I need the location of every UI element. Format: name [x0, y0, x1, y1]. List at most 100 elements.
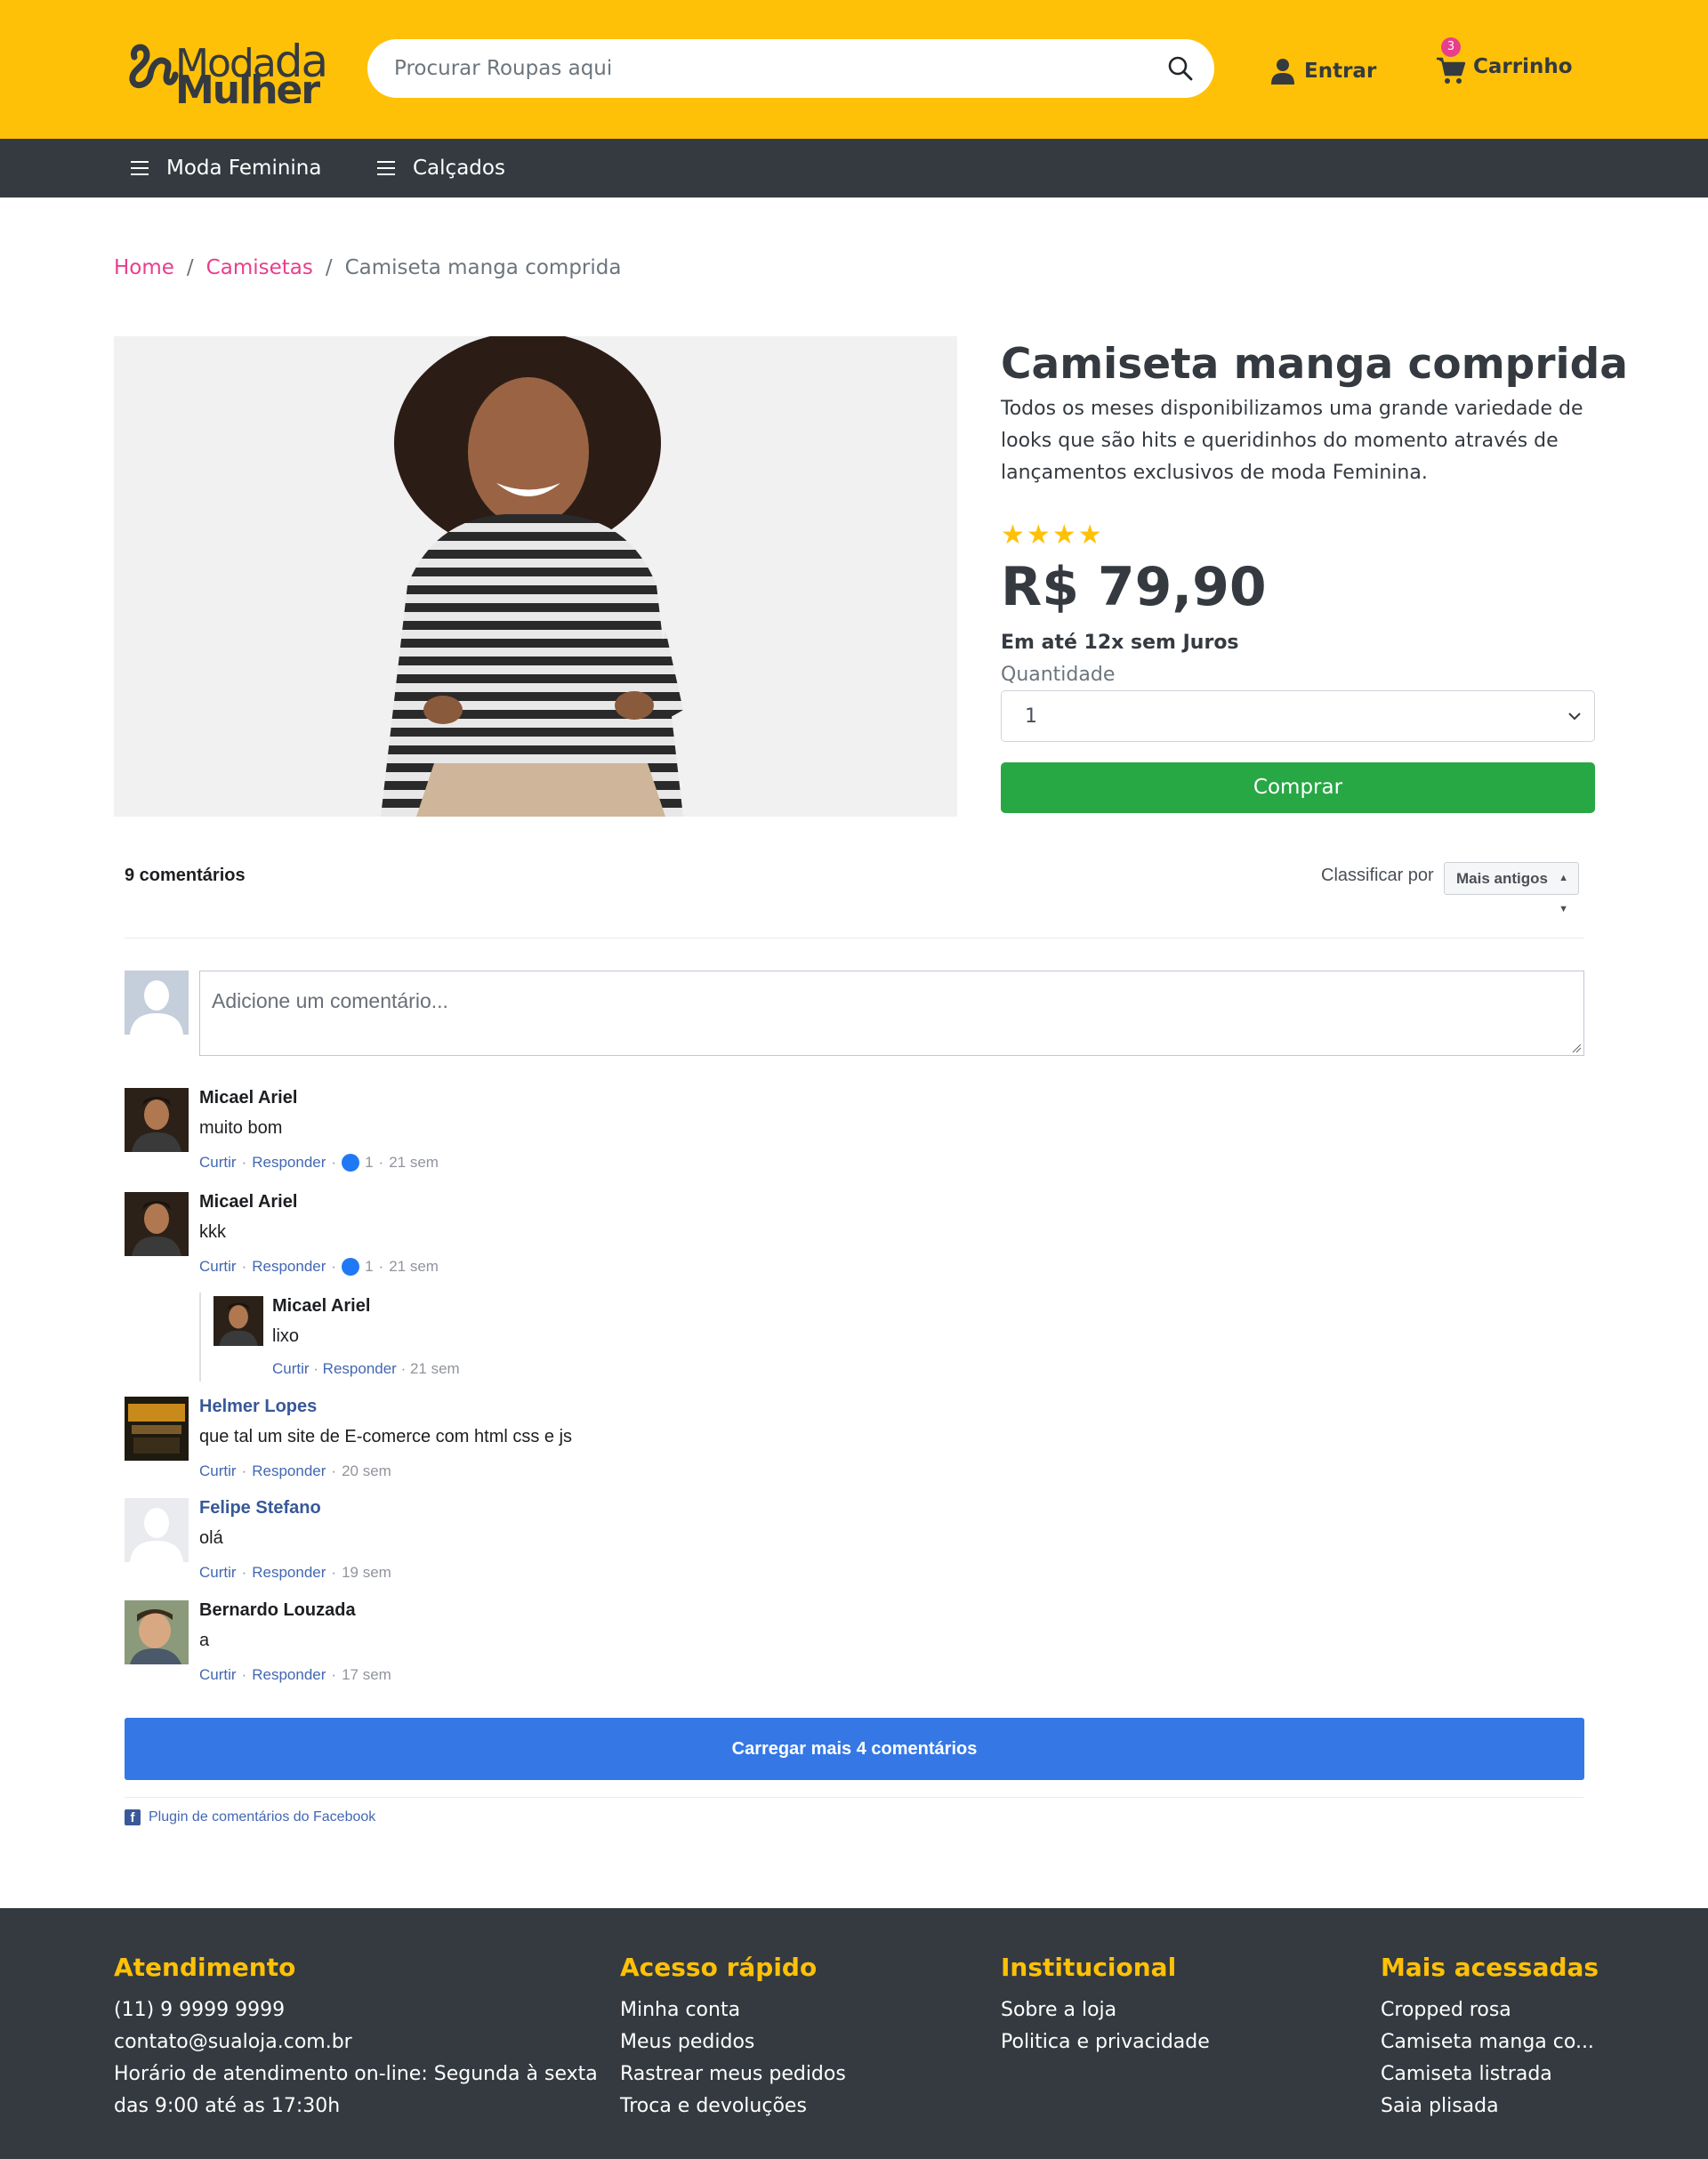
footer-column-atendimento: Atendimento (11) 9 9999 9999 contato@sua… [114, 1953, 598, 2123]
avatar[interactable] [125, 1600, 189, 1664]
product-price: R$ 79,90 [1001, 556, 1267, 618]
footer-link[interactable]: Camiseta listrada [1381, 2058, 1599, 2091]
like-link[interactable]: Curtir [272, 1360, 310, 1377]
comment-author[interactable]: Micael Ariel [199, 1088, 297, 1108]
avatar[interactable] [214, 1296, 263, 1346]
nav-item-label: Calçados [413, 157, 505, 180]
divider [125, 1797, 1583, 1798]
footer-heading: Mais acessadas [1381, 1953, 1599, 1982]
comment-author[interactable]: Micael Ariel [272, 1296, 370, 1317]
comment-meta: Curtir · Responder · 17 sem [199, 1666, 391, 1684]
comment-input[interactable]: Adicione um comentário... [199, 971, 1584, 1056]
site-logo[interactable]: Modada Mulher [127, 34, 328, 113]
logo-squiggle-icon [129, 44, 179, 89]
comment-author[interactable]: Helmer Lopes [199, 1397, 317, 1417]
comment-reply: Micael Ariel lixo Curtir · Responder · 2… [199, 1293, 644, 1382]
comment-meta: Curtir · Responder · 1 · 21 sem [199, 1154, 439, 1172]
footer-email[interactable]: contato@sualoja.com.br [114, 2026, 598, 2058]
star-icon: ★ [1001, 520, 1025, 551]
default-avatar-icon [125, 971, 189, 1035]
comment-meta: Curtir · Responder · 19 sem [199, 1564, 391, 1582]
footer-heading: Acesso rápido [620, 1953, 818, 1982]
reply-link[interactable]: Responder [252, 1462, 326, 1480]
footer-link[interactable]: Meus pedidos [620, 2026, 846, 2058]
nav-item-label: Moda Feminina [166, 157, 322, 180]
reply-link[interactable]: Responder [252, 1564, 326, 1582]
footer-link[interactable]: Cropped rosa [1381, 1994, 1599, 2026]
footer: Atendimento (11) 9 9999 9999 contato@sua… [0, 1908, 1708, 2159]
footer-column-acesso-rapido: Acesso rápido Minha conta Meus pedidos R… [620, 1953, 846, 2123]
breadcrumb-category[interactable]: Camisetas [206, 256, 313, 279]
avatar[interactable] [125, 1498, 189, 1562]
comment-text: olá [199, 1528, 223, 1548]
category-nav: Moda Feminina Calçados [0, 139, 1708, 197]
comment-meta: Curtir · Responder · 1 · 21 sem [199, 1258, 439, 1276]
resize-handle-icon[interactable] [1571, 1043, 1582, 1053]
reply-link[interactable]: Responder [252, 1258, 326, 1276]
comment-time: 21 sem [389, 1258, 439, 1275]
like-link[interactable]: Curtir [199, 1258, 237, 1276]
footer-link[interactable]: Politica e privacidade [1001, 2026, 1210, 2058]
facebook-plugin-link[interactable]: f Plugin de comentários do Facebook [125, 1809, 375, 1825]
avatar[interactable] [125, 1192, 189, 1256]
product-rating: ★ ★ ★ ★ [1001, 520, 1104, 551]
buy-button[interactable]: Comprar [1001, 762, 1595, 813]
breadcrumb-home[interactable]: Home [114, 256, 174, 279]
like-link[interactable]: Curtir [199, 1154, 237, 1172]
nav-item-moda-feminina[interactable]: Moda Feminina [131, 139, 321, 197]
footer-link[interactable]: Minha conta [620, 1994, 846, 2026]
login-label: Entrar [1304, 60, 1377, 83]
comment-time: 17 sem [342, 1666, 391, 1683]
footer-link[interactable]: Saia plisada [1381, 2091, 1599, 2123]
star-icon: ★ [1051, 520, 1076, 551]
comment-text: a [199, 1631, 210, 1650]
sort-label: Classificar por [1321, 866, 1434, 885]
divider [125, 938, 1583, 939]
comment-author[interactable]: Felipe Stefano [199, 1498, 321, 1519]
reply-link[interactable]: Responder [252, 1154, 326, 1172]
like-count: 1 [365, 1154, 374, 1171]
reply-link[interactable]: Responder [323, 1360, 397, 1377]
star-icon: ★ [1077, 520, 1102, 551]
footer-link[interactable]: Rastrear meus pedidos [620, 2058, 846, 2091]
avatar[interactable] [125, 1088, 189, 1152]
breadcrumb-current: Camiseta manga comprida [344, 256, 622, 279]
user-icon [1271, 59, 1294, 85]
like-link[interactable]: Curtir [199, 1462, 237, 1480]
search-icon[interactable] [1166, 54, 1195, 83]
footer-heading: Atendimento [114, 1953, 296, 1982]
chevron-down-icon [1568, 713, 1581, 721]
avatar [125, 971, 189, 1035]
comment-time: 21 sem [389, 1154, 439, 1171]
footer-column-institucional: Institucional Sobre a loja Politica e pr… [1001, 1953, 1210, 2058]
facebook-plugin-label: Plugin de comentários do Facebook [149, 1809, 376, 1825]
cart-count-badge: 3 [1441, 37, 1461, 57]
comment-text: muito bom [199, 1118, 283, 1138]
footer-link[interactable]: Troca e devoluções [620, 2091, 846, 2123]
avatar[interactable] [125, 1397, 189, 1461]
reply-link[interactable]: Responder [252, 1666, 326, 1684]
footer-hours: das 9:00 até as 17:30h [114, 2095, 341, 2117]
nav-item-calcados[interactable]: Calçados [377, 139, 505, 197]
breadcrumb-separator: / [186, 256, 194, 279]
comment-author[interactable]: Micael Ariel [199, 1192, 297, 1212]
sort-select[interactable]: Mais antigos ▲ ▼ [1444, 862, 1579, 914]
search-bar[interactable]: Procurar Roupas aqui [367, 39, 1214, 98]
comment-author[interactable]: Bernardo Louzada [199, 1600, 356, 1621]
footer-link[interactable]: Camiseta manga co... [1381, 2026, 1599, 2058]
comment-meta: Curtir · Responder · 21 sem [272, 1360, 460, 1377]
quantity-select[interactable]: 1 [1001, 690, 1595, 742]
quantity-value: 1 [1025, 705, 1037, 728]
search-input[interactable]: Procurar Roupas aqui [394, 57, 612, 80]
like-link[interactable]: Curtir [199, 1564, 237, 1582]
load-more-comments-button[interactable]: Carregar mais 4 comentários [125, 1718, 1584, 1780]
comment-text: kkk [199, 1222, 226, 1242]
footer-link[interactable]: Sobre a loja [1001, 1994, 1210, 2026]
logo-text-line2: Mulher [175, 68, 320, 113]
comments-count: 9 comentários [125, 866, 246, 885]
product-image [114, 336, 957, 817]
comment-placeholder: Adicione um comentário... [212, 989, 448, 1012]
like-link[interactable]: Curtir [199, 1666, 237, 1684]
login-button[interactable]: Entrar [1270, 53, 1376, 89]
comment-text: que tal um site de E-comerce com html cs… [199, 1427, 573, 1446]
